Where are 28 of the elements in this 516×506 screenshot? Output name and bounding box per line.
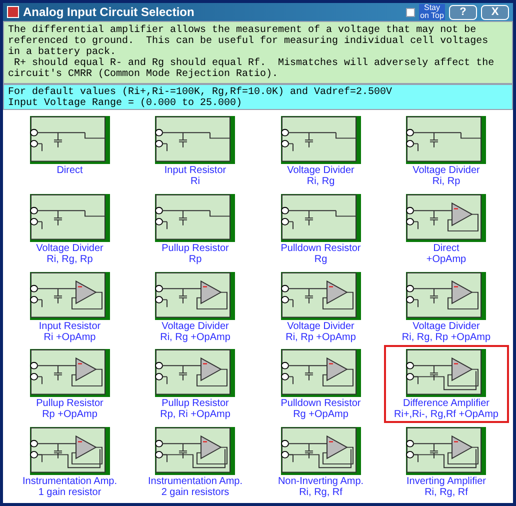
circuit-option[interactable]: Instrumentation Amp. 2 gain resistors — [132, 423, 258, 501]
description-text: The differential amplifier allows the measurement of a voltage that may not be referenced to ground. This can be useful for measuring individual cell voltages in a battery pack. R+ should equal R- and Rg should equal Rf. Mismatches will adversely affect the circuit's CMRR (Common Mode Rejection Ratio). — [3, 21, 513, 84]
circuit-option[interactable]: Voltage Divider Ri, Rg, Rp — [7, 190, 132, 268]
circuit-option[interactable]: Voltage Divider Ri, Rg +OpAmp — [132, 268, 258, 346]
defaults-text: For default values (Ri+,Ri-=100K, Rg,Rf=10.0K) and Vadref=2.500V Input Voltage Range = (0.000 to 25.000) — [3, 84, 513, 110]
circuit-option[interactable]: Input Resistor Ri +OpAmp — [7, 268, 132, 346]
stay-on-top-label: Stay on Top — [419, 4, 445, 20]
stay-on-top-checkbox[interactable] — [406, 8, 415, 16]
circuit-option[interactable]: Input Resistor Ri — [132, 112, 258, 190]
circuit-option[interactable]: Non-Inverting Amp. Ri, Rg, Rf — [258, 423, 384, 501]
circuit-option[interactable]: Pullup Resistor Rp — [132, 190, 258, 268]
circuit-option[interactable]: Pullup Resistor Rp, Ri +OpAmp — [132, 345, 258, 424]
help-button[interactable]: ? — [449, 4, 477, 20]
window-title: Analog Input Circuit Selection — [23, 4, 196, 21]
circuit-option[interactable]: Voltage Divider Ri, Rp +OpAmp — [258, 268, 384, 346]
circuit-option[interactable]: Voltage Divider Ri, Rg, Rp +OpAmp — [384, 268, 509, 346]
circuit-option[interactable]: Pulldown Resistor Rg — [258, 190, 384, 268]
circuit-option[interactable]: Voltage Divider Ri, Rp — [384, 112, 509, 190]
circuit-option[interactable]: Voltage Divider Ri, Rg — [258, 112, 384, 190]
circuit-option[interactable]: Instrumentation Amp. 1 gain resistor — [7, 423, 132, 501]
app-logo-icon — [7, 6, 19, 18]
circuit-option[interactable]: Direct +OpAmp — [384, 190, 509, 268]
circuit-option[interactable]: Pullup Resistor Rp +OpAmp — [7, 345, 132, 424]
circuit-option[interactable]: Direct — [7, 112, 132, 190]
circuit-option[interactable]: Difference Amplifier Ri+,Ri-, Rg,Rf +OpAmp — [384, 345, 509, 424]
close-button[interactable]: X — [481, 4, 509, 20]
circuit-option[interactable]: Pulldown Resistor Rg +OpAmp — [258, 345, 384, 424]
circuit-option[interactable]: Inverting Amplifier Ri, Rg, Rf — [384, 423, 509, 501]
